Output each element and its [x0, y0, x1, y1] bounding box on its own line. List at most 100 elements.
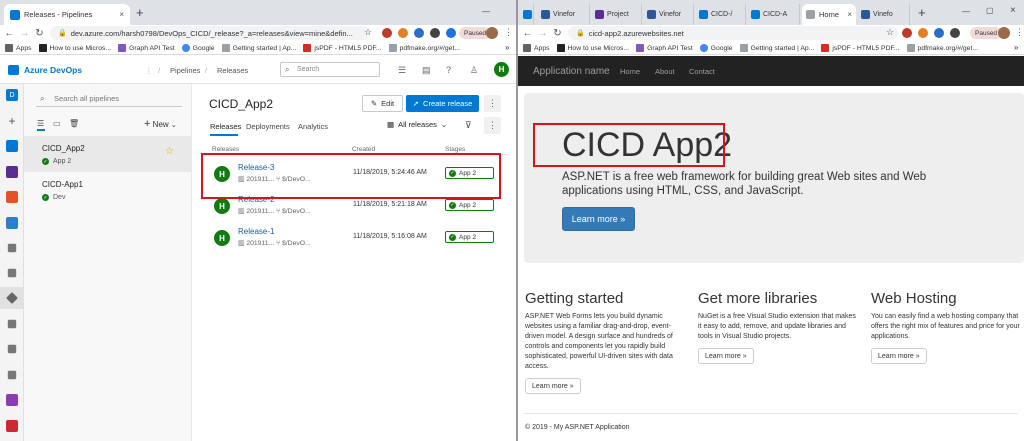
more-options-button[interactable]: ⋮ — [484, 117, 501, 134]
site-brand[interactable]: Application name — [533, 66, 610, 77]
close-window-icon[interactable]: × — [1010, 5, 1016, 16]
star-icon[interactable]: ☆ — [886, 27, 894, 38]
filter-icon[interactable]: ⊽ — [465, 120, 472, 131]
nav-home[interactable]: Home — [620, 67, 640, 76]
stage-badge[interactable]: ✓ App 2 — [445, 231, 494, 243]
menu-icon[interactable]: ⋮ — [504, 27, 513, 38]
tab-item[interactable]: Project — [592, 4, 642, 25]
close-icon[interactable]: × — [119, 10, 124, 19]
organization-icon[interactable]: D — [6, 89, 18, 101]
profile-avatar[interactable] — [486, 27, 498, 39]
new-tab-button[interactable]: + — [918, 5, 926, 20]
bookmark-item[interactable]: Google — [699, 44, 733, 52]
devops-brand[interactable]: Azure DevOps — [24, 65, 82, 75]
bookmark-item[interactable]: jsPDF - HTML5 PDF... — [303, 44, 382, 52]
bookmark-apps[interactable]: Apps — [523, 44, 550, 52]
delete-icon[interactable]: 🗑 — [69, 119, 79, 128]
tab-releases[interactable]: Releases - Pipelines × — [4, 4, 130, 25]
repos-icon[interactable] — [6, 191, 18, 203]
nav-about[interactable]: About — [655, 67, 675, 76]
breadcrumb-pipelines[interactable]: Pipelines — [170, 66, 200, 75]
new-tab-button[interactable]: + — [136, 5, 144, 20]
star-icon[interactable]: ☆ — [364, 27, 372, 38]
release-name-link[interactable]: Release-1 — [238, 227, 274, 236]
release-row[interactable]: H Release-1 ▥ 201911... ⑂ $/DevO... 11/1… — [208, 222, 508, 256]
bookmark-item[interactable]: Getting started | Ap... — [221, 44, 296, 52]
tab-azure[interactable] — [520, 4, 534, 25]
pipeline-item-cicd-app1[interactable]: CICD-App1 ✓ Dev — [24, 172, 192, 208]
user-avatar[interactable]: H — [494, 62, 509, 77]
task-groups-icon[interactable] — [7, 344, 17, 354]
address-bar[interactable]: 🔒 dev.azure.com/harsh0798/DevOps_CICD/_r… — [50, 26, 370, 40]
extension-icon[interactable] — [934, 28, 944, 38]
favorite-star-icon[interactable]: ☆ — [165, 146, 174, 157]
deployment-groups-icon[interactable] — [7, 370, 17, 380]
forward-icon[interactable]: → — [536, 28, 549, 39]
menu-icon[interactable]: ⋮ — [1015, 27, 1024, 38]
bookmark-item[interactable]: Graph API Test — [118, 44, 175, 52]
breadcrumb-releases[interactable]: Releases — [217, 66, 248, 75]
folder-icon[interactable]: ▭ — [53, 119, 61, 128]
stage-badge[interactable]: ✓ App 2 — [445, 199, 494, 211]
learn-more-button[interactable]: Learn more » — [562, 207, 635, 231]
bookmark-item[interactable]: jsPDF - HTML5 PDF... — [821, 44, 900, 52]
reload-icon[interactable]: ↻ — [33, 28, 46, 39]
extension-icon[interactable] — [398, 28, 408, 38]
list-view-icon[interactable]: ☰ — [37, 119, 44, 128]
extension-icon[interactable] — [414, 28, 424, 38]
extension-icon[interactable] — [950, 28, 960, 38]
bookmark-item[interactable]: Google — [181, 44, 215, 52]
extension-icon[interactable] — [430, 28, 440, 38]
library-icon[interactable] — [7, 319, 17, 329]
more-bookmarks-icon[interactable]: » — [505, 43, 509, 52]
pipeline-item-cicd-app2[interactable]: CICD_App2 ✓ App 2 ☆ — [24, 136, 192, 172]
extension-icon[interactable] — [382, 28, 392, 38]
azure-devops-logo-icon[interactable] — [8, 65, 19, 75]
tab-item[interactable]: Vinefor — [538, 4, 590, 25]
learn-more-button[interactable]: Learn more » — [871, 348, 927, 364]
bookmark-item[interactable]: How to use Micros... — [38, 44, 111, 52]
learn-more-button[interactable]: Learn more » — [525, 378, 581, 394]
nav-contact[interactable]: Contact — [689, 67, 715, 76]
create-release-button[interactable]: ➚ Create release — [406, 95, 479, 112]
extension-icon[interactable] — [918, 28, 928, 38]
reload-icon[interactable]: ↻ — [551, 28, 564, 39]
close-icon[interactable]: × — [847, 10, 852, 19]
profile-avatar[interactable] — [998, 27, 1010, 39]
minimize-icon[interactable]: — — [482, 7, 490, 16]
pipelines-icon[interactable] — [6, 217, 18, 229]
bookmark-item[interactable]: Graph API Test — [636, 44, 693, 52]
extension-icon[interactable] — [446, 28, 456, 38]
bookmark-item[interactable]: Getting started | Ap... — [739, 44, 814, 52]
pipeline-search-input[interactable]: ⌕ Search all pipelines — [36, 91, 182, 107]
artifacts-icon[interactable] — [6, 420, 18, 432]
tab-item[interactable]: Vinefor — [644, 4, 694, 25]
overview-icon[interactable] — [6, 140, 18, 152]
tab-item[interactable]: CICD-A — [748, 4, 800, 25]
learn-more-button[interactable]: Learn more » — [698, 348, 754, 364]
boards-icon[interactable] — [6, 166, 18, 178]
back-icon[interactable]: ← — [521, 28, 534, 39]
forward-icon[interactable]: → — [18, 28, 31, 39]
new-button[interactable]: + New ⌄ — [144, 118, 177, 130]
bookmark-item[interactable]: pdfmake.org/#/get... — [906, 44, 978, 52]
more-icon[interactable]: ⋮ — [145, 66, 153, 75]
test-plans-icon[interactable] — [6, 394, 18, 406]
bookmark-apps[interactable]: Apps — [5, 44, 32, 52]
minimize-icon[interactable]: — — [962, 7, 970, 16]
maximize-icon[interactable]: ▢ — [986, 6, 994, 15]
release-filter-dropdown[interactable]: ▦ All releases ⌄ — [387, 120, 447, 129]
edit-button[interactable]: ✎ Edit — [362, 95, 403, 112]
more-bookmarks-icon[interactable]: » — [1014, 43, 1018, 52]
back-icon[interactable]: ← — [3, 28, 16, 39]
tab-item[interactable]: CICD-/ — [696, 4, 746, 25]
tab-home-active[interactable]: Home × — [802, 4, 856, 25]
marketplace-icon[interactable]: ▤ — [422, 65, 431, 76]
tab-item[interactable]: Vinefo — [858, 4, 910, 25]
search-input[interactable]: ⌕ Search — [280, 62, 380, 77]
help-icon[interactable]: ? — [446, 65, 451, 75]
list-icon[interactable]: ☰ — [398, 65, 406, 76]
address-bar[interactable]: 🔒 cicd-app2.azurewebsites.net — [568, 26, 898, 40]
tab-analytics[interactable]: Analytics — [298, 122, 328, 131]
more-actions-button[interactable]: ⋮ — [484, 95, 501, 112]
